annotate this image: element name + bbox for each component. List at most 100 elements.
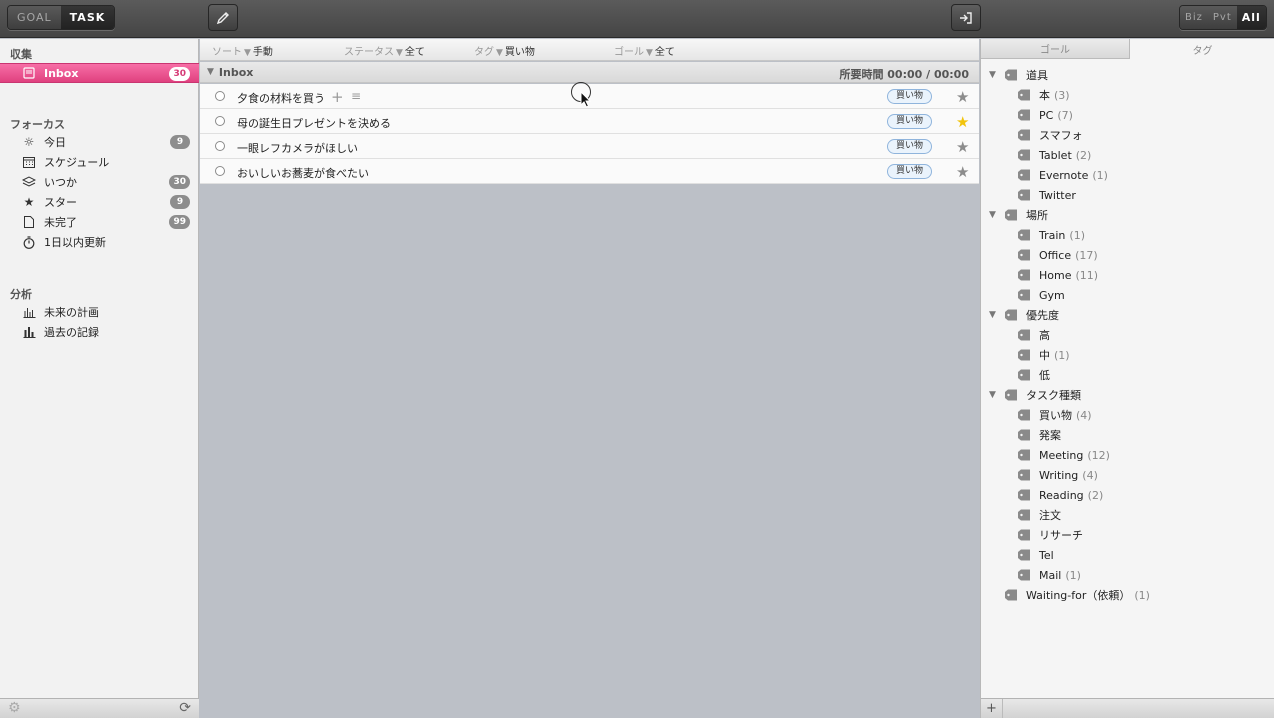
sidebar-item-label: 1日以内更新 xyxy=(44,236,106,249)
all-scope-button[interactable]: All xyxy=(1236,6,1266,29)
biz-scope-button[interactable]: Biz xyxy=(1180,6,1208,29)
status-filter[interactable]: ステータス ▼ 全て xyxy=(344,43,425,58)
group-header[interactable]: ▼ Inbox 所要時間 00:00 / 00:00 xyxy=(200,62,979,83)
tag-icon xyxy=(1004,209,1018,221)
task-tag[interactable]: 買い物 xyxy=(887,164,933,179)
tag-row[interactable]: Writing (4) xyxy=(1017,465,1098,485)
tag-row[interactable]: Evernote (1) xyxy=(1017,165,1108,185)
task-tag[interactable]: 買い物 xyxy=(887,139,933,154)
task-row[interactable]: 一眼レフカメラがほしい 買い物 ★ xyxy=(200,134,979,159)
sun-icon: ☼ xyxy=(23,135,35,149)
tag-label: スマフォ xyxy=(1039,129,1083,142)
sidebar-item-recent[interactable]: 1日以内更新 xyxy=(0,232,199,252)
collapse-triangle-icon[interactable]: ▼ xyxy=(989,310,996,320)
tag-row[interactable]: 発案 xyxy=(1017,425,1065,445)
tag-filter[interactable]: タグ ▼ 買い物 xyxy=(474,43,535,58)
sync-icon[interactable]: ⟳ xyxy=(179,700,191,716)
mouse-pointer-icon xyxy=(580,91,592,108)
tag-row[interactable]: 中 (1) xyxy=(1017,345,1070,365)
tag-row[interactable]: 本 (3) xyxy=(1017,85,1070,105)
tag-row[interactable]: Gym xyxy=(1017,285,1069,305)
collapse-triangle-icon[interactable]: ▼ xyxy=(989,390,996,400)
task-title[interactable]: 母の誕生日プレゼントを決める xyxy=(237,115,391,131)
sidebar-item-today[interactable]: ☼ 今日 9 xyxy=(0,132,199,152)
pvt-scope-button[interactable]: Pvt xyxy=(1207,6,1237,29)
tag-label: 道具 xyxy=(1026,69,1048,82)
collapse-triangle-icon[interactable]: ▼ xyxy=(989,210,996,220)
goal-filter[interactable]: ゴール ▼ 全て xyxy=(614,43,675,58)
tag-label: PC xyxy=(1039,108,1054,122)
tag-panel: ゴール タグ ▼ 道具本 (3) PC (7) スマフォ Tablet (2) Evernote… xyxy=(980,39,1274,718)
tag-group-row[interactable]: ▼ 優先度 xyxy=(989,305,1063,325)
tag-label: リサーチ xyxy=(1039,529,1083,542)
tag-group-row[interactable]: ▼ 場所 xyxy=(989,205,1052,225)
star-icon[interactable]: ★ xyxy=(956,138,969,156)
add-tag-button[interactable]: + xyxy=(981,699,1003,718)
task-title[interactable]: 夕食の材料を買う xyxy=(237,90,325,106)
task-title[interactable]: おいしいお蕎麦が食べたい xyxy=(237,165,369,181)
menu-icon[interactable]: ≡ xyxy=(351,89,361,103)
sidebar-item-someday[interactable]: いつか 30 xyxy=(0,172,199,192)
filter-label: ソート xyxy=(212,47,242,58)
tag-row[interactable]: Train (1) xyxy=(1017,225,1085,245)
task-tag[interactable]: 買い物 xyxy=(887,114,933,129)
add-subtask-icon[interactable]: + xyxy=(331,88,344,106)
task-checkbox[interactable] xyxy=(215,141,225,151)
bar-chart-outline-icon xyxy=(22,305,36,319)
tag-row[interactable]: Meeting (12) xyxy=(1017,445,1110,465)
count-badge: 30 xyxy=(169,175,190,189)
task-mode-button[interactable]: TASK xyxy=(60,6,115,29)
gear-icon[interactable]: ⚙ xyxy=(8,700,21,716)
sidebar-item-future-plan[interactable]: 未来の計画 xyxy=(0,302,199,322)
tag-row[interactable]: 注文 xyxy=(1017,505,1065,525)
sidebar-item-inbox[interactable]: Inbox 30 xyxy=(0,63,199,83)
sort-filter[interactable]: ソート ▼ 手動 xyxy=(212,43,273,58)
scope-switch: Biz Pvt All xyxy=(1179,5,1267,30)
tag-row[interactable]: Waiting-for（依頼） (1) xyxy=(1004,585,1150,605)
star-icon[interactable]: ★ xyxy=(956,163,969,181)
task-checkbox[interactable] xyxy=(215,116,225,126)
sidebar-item-schedule[interactable]: スケジュール xyxy=(0,152,199,172)
goal-mode-button[interactable]: GOAL xyxy=(8,6,61,29)
sidebar-item-past-record[interactable]: 過去の記録 xyxy=(0,322,199,342)
task-row[interactable]: 母の誕生日プレゼントを決める 買い物 ★ xyxy=(200,109,979,134)
task-checkbox[interactable] xyxy=(215,166,225,176)
task-tag[interactable]: 買い物 xyxy=(887,89,933,104)
tab-goal[interactable]: ゴール xyxy=(981,39,1130,59)
tag-row[interactable]: Mail (1) xyxy=(1017,565,1081,585)
tag-group-row[interactable]: ▼ 道具 xyxy=(989,65,1052,85)
tag-label: 買い物 xyxy=(1039,409,1072,422)
tag-row[interactable]: リサーチ xyxy=(1017,525,1087,545)
task-checkbox[interactable] xyxy=(215,91,225,101)
tag-row[interactable]: Office (17) xyxy=(1017,245,1098,265)
tag-row[interactable]: 低 xyxy=(1017,365,1054,385)
tag-row[interactable]: 高 xyxy=(1017,325,1054,345)
sidebar-item-incomplete[interactable]: 未完了 99 xyxy=(0,212,199,232)
tag-group-row[interactable]: ▼ タスク種類 xyxy=(989,385,1085,405)
tag-row[interactable]: Twitter xyxy=(1017,185,1080,205)
sidebar-footer: ⚙ ⟳ xyxy=(0,698,199,718)
tag-label: 優先度 xyxy=(1026,309,1059,322)
tab-tag[interactable]: タグ xyxy=(1130,39,1274,59)
tag-row[interactable]: Tablet (2) xyxy=(1017,145,1091,165)
task-row[interactable]: おいしいお蕎麦が食べたい 買い物 ★ xyxy=(200,159,979,184)
tag-row[interactable]: PC (7) xyxy=(1017,105,1073,125)
tag-icon xyxy=(1017,469,1031,481)
document-icon xyxy=(22,215,36,229)
tag-label: 高 xyxy=(1039,329,1050,342)
task-title[interactable]: 一眼レフカメラがほしい xyxy=(237,140,358,156)
export-button[interactable] xyxy=(951,4,981,31)
tag-label: 場所 xyxy=(1026,209,1048,222)
collapse-triangle-icon[interactable]: ▼ xyxy=(207,67,214,77)
star-icon[interactable]: ★ xyxy=(956,88,969,106)
tag-row[interactable]: Reading (2) xyxy=(1017,485,1103,505)
star-icon[interactable]: ★ xyxy=(956,113,969,131)
collapse-triangle-icon[interactable]: ▼ xyxy=(989,70,996,80)
tag-label: 注文 xyxy=(1039,509,1061,522)
tag-row[interactable]: スマフォ xyxy=(1017,125,1087,145)
tag-row[interactable]: 買い物 (4) xyxy=(1017,405,1092,425)
new-task-button[interactable] xyxy=(208,4,238,31)
sidebar-item-starred[interactable]: ★ スター 9 xyxy=(0,192,199,212)
tag-row[interactable]: Tel xyxy=(1017,545,1058,565)
tag-row[interactable]: Home (11) xyxy=(1017,265,1098,285)
